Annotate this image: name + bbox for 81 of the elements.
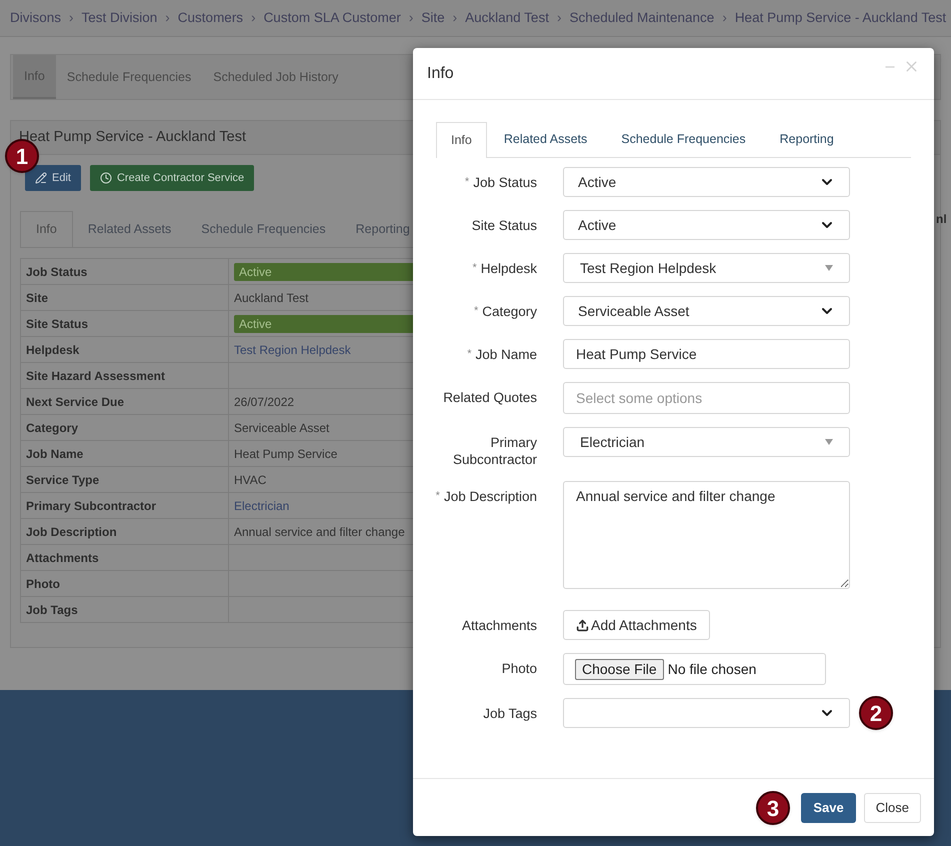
table-cell: Site Status bbox=[20, 310, 228, 336]
table-cell: Service Type bbox=[20, 466, 228, 492]
breadcrumb-link[interactable]: Customers bbox=[178, 8, 244, 28]
breadcrumb-separator: › bbox=[556, 8, 562, 27]
select-field[interactable]: Electrician bbox=[563, 427, 850, 457]
file-status-text: No file chosen bbox=[668, 660, 756, 678]
table-cell: Job Name bbox=[20, 440, 228, 466]
choose-file-button[interactable]: Choose File bbox=[575, 658, 664, 680]
table-cell: Photo bbox=[20, 570, 228, 596]
dialog-tab[interactable]: Info bbox=[436, 122, 487, 158]
record-link[interactable]: Test Region Helpdesk bbox=[234, 342, 351, 356]
step-number-badge: 2 bbox=[859, 696, 893, 730]
breadcrumb-link[interactable]: Scheduled Maintenance bbox=[569, 8, 714, 28]
edit-icon bbox=[35, 172, 47, 184]
cell-value: Serviceable Asset bbox=[234, 420, 330, 434]
select-field[interactable]: Test Region Helpdesk bbox=[563, 253, 850, 283]
field-label: Job Tags bbox=[483, 705, 537, 722]
field-label: Site Status bbox=[472, 217, 537, 234]
dialog-title: Info bbox=[427, 64, 454, 84]
table-cell: Category bbox=[20, 414, 228, 440]
table-cell: Next Service Due bbox=[20, 388, 228, 414]
field-label: Photo bbox=[502, 660, 537, 677]
breadcrumb-separator: › bbox=[408, 8, 414, 27]
table-cell: Attachments bbox=[20, 544, 228, 570]
breadcrumb-link[interactable]: Divisons bbox=[10, 8, 62, 28]
cell-value: Auckland Test bbox=[234, 290, 308, 304]
breadcrumb-link[interactable]: Custom SLA Customer bbox=[264, 8, 401, 28]
input-field[interactable]: Heat Pump Service bbox=[563, 339, 850, 369]
dialog-tab[interactable]: Schedule Frequencies bbox=[604, 121, 763, 157]
table-cell: Site bbox=[20, 284, 228, 310]
cell-value: HVAC bbox=[234, 472, 266, 486]
table-cell: Site Hazard Assessment bbox=[20, 362, 228, 388]
select-field[interactable]: Serviceable Asset bbox=[563, 296, 850, 326]
save-button[interactable]: Save bbox=[801, 792, 856, 822]
create-contractor-service-button[interactable]: Create Contractor Service bbox=[90, 165, 254, 191]
caret-down-icon bbox=[825, 439, 833, 445]
breadcrumb-link[interactable]: Site bbox=[421, 8, 445, 28]
upload-icon bbox=[576, 618, 589, 632]
table-cell: Job Description bbox=[20, 518, 228, 544]
breadcrumb-separator: › bbox=[251, 8, 256, 27]
clock-icon bbox=[100, 172, 112, 184]
dialog-tab[interactable]: Related Assets bbox=[486, 121, 604, 157]
select-field[interactable]: Active bbox=[563, 167, 850, 197]
required-asterisk: * bbox=[472, 262, 477, 274]
breadcrumb-separator: › bbox=[69, 8, 74, 27]
table-cell: Helpdesk bbox=[20, 336, 228, 362]
breadcrumb-separator: › bbox=[452, 8, 458, 27]
field-label: Related Quotes bbox=[443, 389, 537, 406]
select-field[interactable]: Active bbox=[563, 210, 850, 240]
select-field[interactable] bbox=[563, 698, 850, 728]
breadcrumb-link[interactable]: Auckland Test bbox=[465, 8, 549, 28]
input-field[interactable]: Select some options bbox=[563, 382, 850, 414]
required-asterisk: * bbox=[436, 490, 440, 502]
field-label: * Job Status bbox=[464, 174, 537, 191]
required-asterisk: * bbox=[474, 305, 478, 317]
record-link[interactable]: Electrician bbox=[234, 498, 290, 512]
edit-button[interactable]: Edit bbox=[25, 165, 81, 191]
cell-value: Annual service and filter change bbox=[234, 524, 405, 538]
table-cell: Primary Subcontractor bbox=[20, 492, 228, 518]
close-button[interactable]: Close bbox=[864, 792, 921, 822]
table-cell: Job Status bbox=[20, 258, 228, 284]
cell-value: Heat Pump Service bbox=[234, 446, 338, 460]
required-asterisk: * bbox=[464, 176, 470, 188]
field-label: Attachments bbox=[462, 617, 537, 634]
required-asterisk: * bbox=[467, 348, 472, 360]
caret-down-icon bbox=[825, 265, 833, 271]
breadcrumb-link[interactable]: Heat Pump Service - Auckland Test bbox=[734, 8, 946, 28]
breadcrumb-separator: › bbox=[165, 8, 170, 27]
table-cell: Job Tags bbox=[20, 596, 228, 622]
step-number-badge: 3 bbox=[756, 791, 790, 825]
field-label: Primary Subcontractor bbox=[452, 434, 537, 468]
breadcrumb-separator: › bbox=[722, 8, 727, 27]
cell-value: 26/07/2022 bbox=[234, 394, 294, 408]
dialog-tab[interactable]: Reporting bbox=[762, 121, 851, 157]
breadcrumb-link[interactable]: Test Division bbox=[82, 8, 158, 28]
cut-off-text: nl bbox=[936, 211, 947, 228]
text-area[interactable]: Annual service and filter change bbox=[563, 481, 850, 589]
file-field[interactable]: Choose File No file chosen bbox=[563, 653, 826, 685]
field-label: * Job Description bbox=[436, 488, 537, 505]
field-label: * Job Name bbox=[467, 346, 537, 363]
add-attachments-button[interactable]: Add Attachments bbox=[563, 610, 710, 640]
